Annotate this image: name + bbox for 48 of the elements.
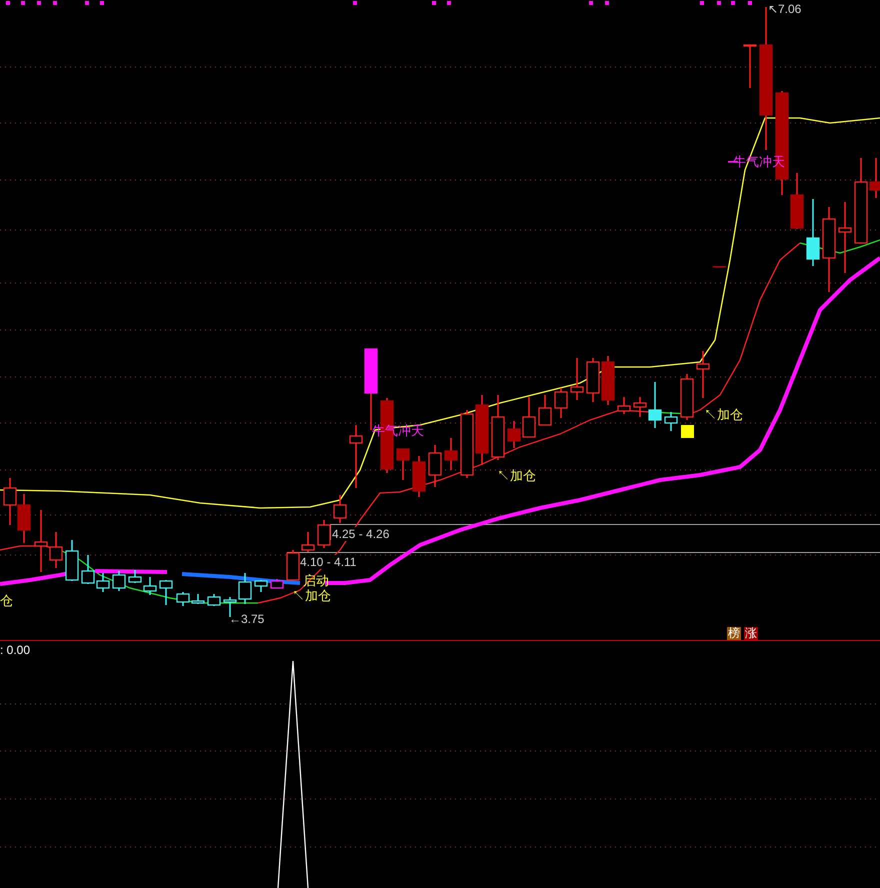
indicator-reading: : 0.00 bbox=[0, 643, 30, 657]
candlestick bbox=[317, 520, 331, 548]
candlestick bbox=[617, 397, 631, 414]
tag-badge: 榜 bbox=[727, 627, 741, 640]
candlestick bbox=[254, 580, 268, 592]
candlestick bbox=[412, 456, 426, 497]
candlestick bbox=[491, 395, 505, 460]
signal-label: 仓 bbox=[0, 594, 13, 608]
candlestick bbox=[17, 494, 31, 543]
candlestick bbox=[743, 44, 757, 88]
candlestick bbox=[349, 425, 363, 488]
price-tick-mark bbox=[713, 266, 726, 268]
candlestick bbox=[806, 199, 820, 266]
candlestick bbox=[128, 570, 142, 583]
candlestick bbox=[680, 374, 694, 420]
candlestick bbox=[460, 410, 474, 478]
signal-label: ↖加仓 bbox=[704, 408, 743, 422]
candlestick bbox=[538, 395, 552, 426]
signal-label: ↖加仓 bbox=[497, 469, 536, 483]
candlestick bbox=[838, 202, 852, 273]
high-price-label: ↖7.06 bbox=[768, 2, 802, 16]
candlestick bbox=[3, 478, 17, 525]
candlestick bbox=[270, 579, 284, 589]
price-range-label: 4.10 - 4.11 bbox=[300, 555, 356, 569]
signal-square bbox=[681, 425, 694, 438]
candlestick bbox=[696, 351, 710, 398]
candlestick bbox=[396, 448, 410, 480]
candlestick bbox=[333, 495, 347, 523]
candlestick bbox=[570, 358, 584, 400]
candlestick bbox=[191, 594, 205, 604]
candlestick bbox=[428, 445, 442, 487]
price-range-label: 4.25 - 4.26 bbox=[332, 527, 390, 541]
candlestick bbox=[143, 577, 157, 595]
candlestick bbox=[586, 358, 600, 402]
candlestick bbox=[664, 412, 678, 431]
candlestick bbox=[444, 438, 458, 470]
candlestick bbox=[176, 592, 190, 606]
candlestick bbox=[601, 356, 615, 405]
candlestick bbox=[112, 571, 126, 591]
low-price-label: ←3.75 bbox=[229, 612, 264, 626]
signal-dash bbox=[728, 161, 738, 162]
candlestick bbox=[159, 580, 173, 605]
candlestick bbox=[207, 594, 221, 606]
signal-label: ↖加仓 bbox=[292, 589, 331, 603]
candlestick bbox=[65, 540, 79, 581]
tag-badge: 涨 bbox=[744, 627, 758, 640]
candlestick bbox=[554, 388, 568, 418]
candlestick bbox=[475, 395, 489, 465]
